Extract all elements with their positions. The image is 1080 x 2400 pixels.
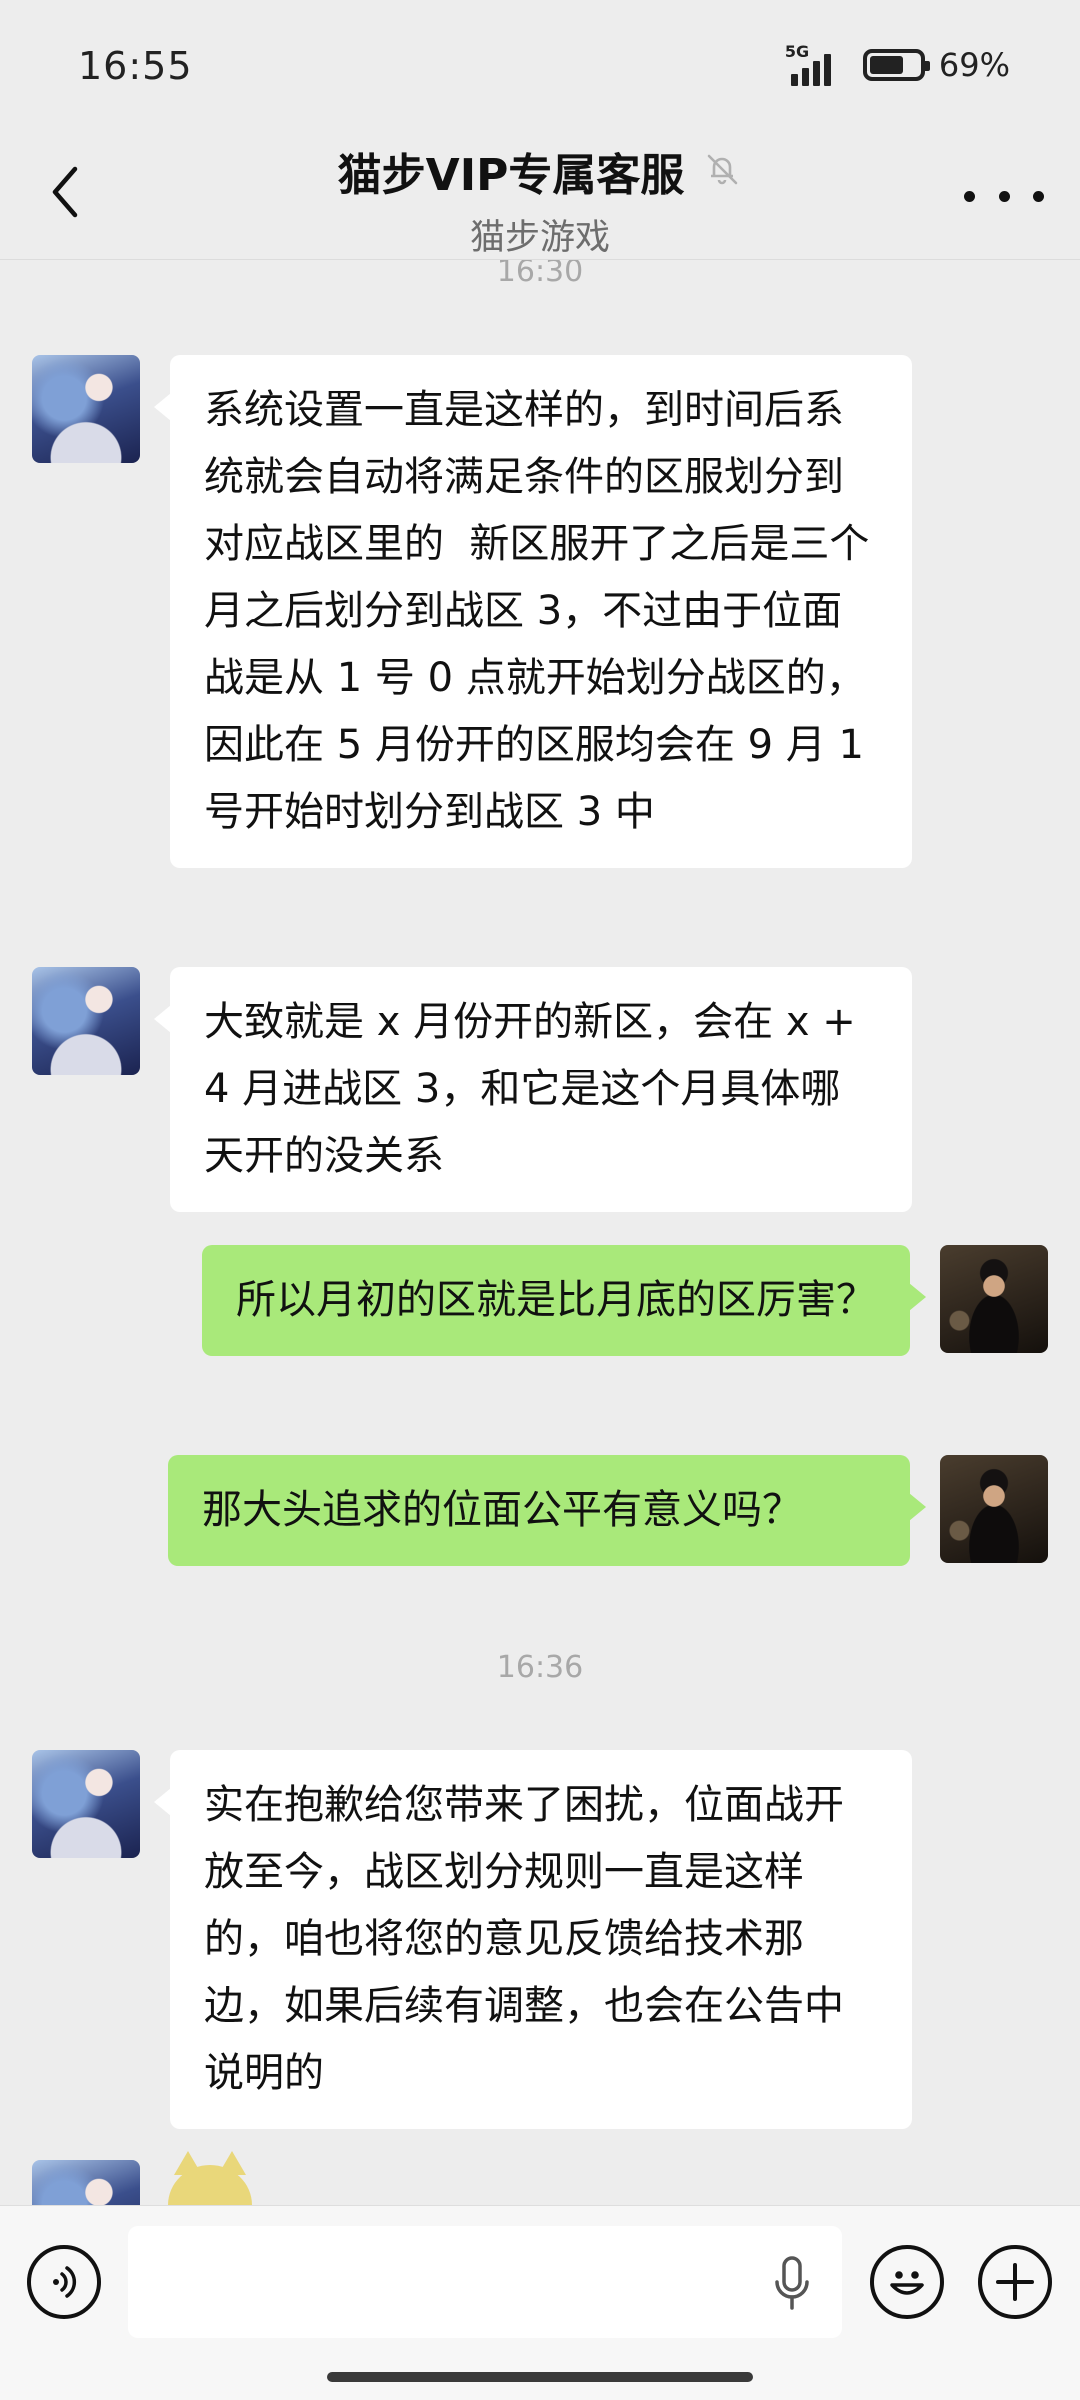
emoji-icon xyxy=(890,2271,924,2295)
status-bar: 16:55 5G 69% xyxy=(0,0,1080,135)
bell-off-icon xyxy=(702,149,742,193)
timestamp: 16:36 xyxy=(496,1650,584,1685)
chat-header: 猫步VIP专属客服 猫步游戏 xyxy=(0,135,1080,260)
message-bubble[interactable]: 实在抱歉给您带来了困扰，位面战开放至今，战区划分规则一直是这样的，咱也将您的意见… xyxy=(154,1750,912,2129)
plus-icon xyxy=(996,2263,1034,2301)
avatar[interactable] xyxy=(32,967,140,1075)
more-options-button[interactable] xyxy=(964,171,1044,221)
battery-icon xyxy=(862,49,930,81)
more-horizontal-icon xyxy=(964,190,975,202)
battery-percent: 69% xyxy=(938,46,1010,84)
message-input[interactable] xyxy=(128,2226,842,2338)
avatar[interactable] xyxy=(32,355,140,463)
input-bar xyxy=(0,2205,1080,2400)
message-list[interactable]: 16:30 系统设置一直是这样的，到时间后系统就会自动将满足条件的区服划分到对应… xyxy=(0,260,1080,2205)
message-bubble[interactable]: 那大头追求的位面公平有意义吗？ xyxy=(168,1455,926,1566)
battery-fill xyxy=(869,56,903,74)
status-time: 16:55 xyxy=(78,44,193,88)
avatar[interactable] xyxy=(940,1245,1048,1353)
voice-icon xyxy=(53,2266,77,2298)
avatar[interactable] xyxy=(940,1455,1048,1563)
message-bubble[interactable]: 大致就是 x 月份开的新区，会在 x +4 月进战区 3，和它是这个月具体哪天开… xyxy=(154,967,912,1212)
chat-subtitle: 猫步游戏 xyxy=(469,218,610,258)
title-block: 猫步VIP专属客服 猫步游戏 xyxy=(0,139,1080,260)
sticker-image[interactable] xyxy=(168,2151,252,2205)
signal-icon: 5G xyxy=(785,42,849,86)
message-bubble[interactable]: 所以月初的区就是比月底的区厉害？ xyxy=(202,1245,926,1356)
avatar[interactable] xyxy=(32,1750,140,1858)
home-indicator[interactable] xyxy=(327,2372,753,2382)
status-icons: 5G 69% xyxy=(785,42,1010,86)
chat-title: 猫步VIP专属客服 xyxy=(337,150,685,201)
more-functions-button[interactable] xyxy=(978,2245,1052,2319)
avatar[interactable] xyxy=(32,2160,140,2205)
message-bubble[interactable]: 系统设置一直是这样的，到时间后系统就会自动将满足条件的区服划分到对应战区里的 新… xyxy=(154,355,912,868)
timestamp: 16:30 xyxy=(496,260,584,289)
voice-button[interactable] xyxy=(27,2245,101,2319)
microphone-icon[interactable] xyxy=(770,2254,814,2314)
emoji-button[interactable] xyxy=(870,2245,944,2319)
